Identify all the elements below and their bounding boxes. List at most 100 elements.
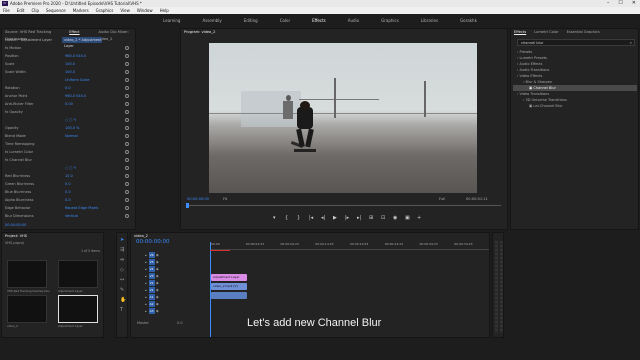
go-to-out-button[interactable]: ▸| <box>357 215 361 221</box>
reset-parameter-icon[interactable] <box>125 110 129 114</box>
reset-parameter-icon[interactable] <box>125 190 129 194</box>
track-lock-icon[interactable]: 🔒︎ <box>145 281 147 285</box>
track-select-icon[interactable]: ⇶ <box>120 247 124 253</box>
effect-property-value[interactable]: 960.0 540.0 <box>65 53 86 59</box>
tab-effect-controls[interactable]: Effect Controls <box>69 29 90 41</box>
ec-header-master[interactable]: Master * Adjustment Layer <box>5 38 52 42</box>
track-lock-icon[interactable]: 🔒︎ <box>145 302 147 306</box>
reset-parameter-icon[interactable] <box>125 70 129 74</box>
reset-parameter-icon[interactable] <box>125 182 129 186</box>
toggle-output-icon[interactable]: ◉ <box>155 274 159 278</box>
project-item-thumb-1[interactable] <box>7 260 47 288</box>
reset-parameter-icon[interactable] <box>125 166 129 170</box>
marker-button[interactable]: ▾ <box>273 215 276 221</box>
effects-tree-item[interactable]: ▣ uni.Channel Blur <box>513 103 637 109</box>
reset-parameter-icon[interactable] <box>125 118 129 122</box>
project-item-thumb-2[interactable] <box>58 260 98 288</box>
mute-track-icon[interactable]: ◉ <box>155 295 159 299</box>
effect-property-value[interactable]: 0.0 <box>65 181 71 187</box>
toggle-output-icon[interactable]: ◉ <box>155 288 159 292</box>
mark-in-button[interactable]: { <box>285 215 288 221</box>
lift-button[interactable]: ⊞ <box>369 215 373 221</box>
reset-parameter-icon[interactable] <box>125 134 129 138</box>
effect-property-value[interactable]: 0.0 <box>65 85 71 91</box>
hand-tool-icon[interactable]: ✋ <box>120 297 126 303</box>
project-item-thumb-3[interactable] <box>7 295 47 323</box>
track-lock-icon[interactable]: 🔒︎ <box>145 288 147 292</box>
effect-property-value[interactable]: ○ ▢ ✎ <box>65 165 77 171</box>
track-lock-icon[interactable]: 🔒︎ <box>145 309 147 313</box>
track-lock-icon[interactable]: 🔒︎ <box>145 260 147 264</box>
play-button[interactable]: ▶ <box>333 215 337 221</box>
tab-project[interactable]: Project: VHS <box>5 233 27 240</box>
clip-audio-1[interactable] <box>211 292 247 299</box>
ripple-edit-icon[interactable]: ⇹ <box>120 257 124 263</box>
export-frame-button[interactable]: ◉ <box>393 215 397 221</box>
menu-window[interactable]: Window <box>137 7 153 14</box>
ec-header-clip[interactable]: video_2 * Adjustment Layer <box>62 37 102 48</box>
slip-tool-icon[interactable]: ↔ <box>120 277 124 283</box>
toggle-output-icon[interactable]: ◉ <box>155 281 159 285</box>
project-item-thumb-4[interactable] <box>58 295 98 323</box>
effects-search-box[interactable]: channel blur ⌕ <box>517 39 635 46</box>
step-forward-button[interactable]: |▸ <box>345 215 349 221</box>
effect-property-value[interactable]: 0.0 <box>65 197 71 203</box>
tab-essential-graphics[interactable]: Essential Graphics <box>567 29 600 36</box>
effect-property-value[interactable]: 100.0 <box>65 69 75 75</box>
clip-video-2[interactable]: video_2.mp4 [V] <box>211 283 247 290</box>
minimize-button[interactable]: – <box>607 0 610 7</box>
program-timecode[interactable]: 00:00:00:00 <box>187 197 209 201</box>
selection-tool-icon[interactable]: ➤ <box>120 237 124 243</box>
effect-property-value[interactable]: 100.0 % <box>65 125 79 131</box>
track-lock-icon[interactable]: 🔒︎ <box>145 274 147 278</box>
type-tool-icon[interactable]: T <box>120 307 123 313</box>
workspace-color[interactable]: Color <box>280 14 290 27</box>
menu-markers[interactable]: Markers <box>73 7 89 14</box>
reset-parameter-icon[interactable] <box>125 62 129 66</box>
track-lock-icon[interactable]: 🔒︎ <box>145 267 147 271</box>
reset-parameter-icon[interactable] <box>125 214 129 218</box>
effect-property-value[interactable]: Normal <box>65 133 78 139</box>
toggle-output-icon[interactable]: ◉ <box>155 253 159 257</box>
quality-dropdown[interactable]: Full <box>439 197 445 201</box>
reset-parameter-icon[interactable] <box>125 78 129 82</box>
menu-clip[interactable]: Clip <box>31 7 39 14</box>
reset-parameter-icon[interactable] <box>125 54 129 58</box>
reset-parameter-icon[interactable] <box>125 46 129 50</box>
effect-property-value[interactable]: Uniform Scale <box>65 77 89 83</box>
workspace-custom[interactable]: Gorakhk <box>460 14 477 27</box>
time-ruler[interactable]: 00:00 00:00:04:23 00:00:09:23 00:00:14:23 00… <box>211 242 489 250</box>
tab-effects[interactable]: Effects <box>514 29 526 36</box>
workspace-graphics[interactable]: Graphics <box>381 14 399 27</box>
pen-tool-icon[interactable]: ✎ <box>120 287 124 293</box>
track-lock-icon[interactable]: 🔒︎ <box>145 295 147 299</box>
menu-edit[interactable]: Edit <box>17 7 25 14</box>
workspace-audio[interactable]: Audio <box>348 14 359 27</box>
effect-property-value[interactable]: 960.0 540.0 <box>65 93 86 99</box>
mute-track-icon[interactable]: ◉ <box>155 302 159 306</box>
workspace-editing[interactable]: Editing <box>244 14 258 27</box>
master-track-value[interactable]: 0.0 <box>177 321 183 325</box>
tab-lumetri-color[interactable]: Lumetri Color <box>534 29 558 36</box>
menu-view[interactable]: View <box>120 7 130 14</box>
reset-parameter-icon[interactable] <box>125 198 129 202</box>
program-scrubber[interactable] <box>187 205 501 206</box>
step-back-button[interactable]: ◂| <box>321 215 325 221</box>
extract-button[interactable]: ⊡ <box>381 215 385 221</box>
razor-tool-icon[interactable]: ◇ <box>120 267 124 273</box>
effects-search-input[interactable]: channel blur <box>521 40 543 46</box>
reset-parameter-icon[interactable] <box>125 174 129 178</box>
effect-property-value[interactable]: ○ ▢ ✎ <box>65 117 77 123</box>
fit-dropdown[interactable]: Fit <box>223 197 227 201</box>
effect-property-value[interactable]: 0.00 <box>65 101 73 107</box>
effect-property-value[interactable]: 100.0 <box>65 61 75 67</box>
reset-parameter-icon[interactable] <box>125 126 129 130</box>
tab-audio-clip-mixer[interactable]: Audio Clip Mixer: video_2 <box>99 29 136 41</box>
menu-help[interactable]: Help <box>160 7 169 14</box>
reset-parameter-icon[interactable] <box>125 206 129 210</box>
reset-parameter-icon[interactable] <box>125 102 129 106</box>
workspace-learning[interactable]: Learning <box>163 14 180 27</box>
maximize-button[interactable]: ☐ <box>618 0 622 7</box>
workspace-assembly[interactable]: Assembly <box>202 14 221 27</box>
timeline-timecode[interactable]: 00:00:00:00 <box>136 239 170 245</box>
